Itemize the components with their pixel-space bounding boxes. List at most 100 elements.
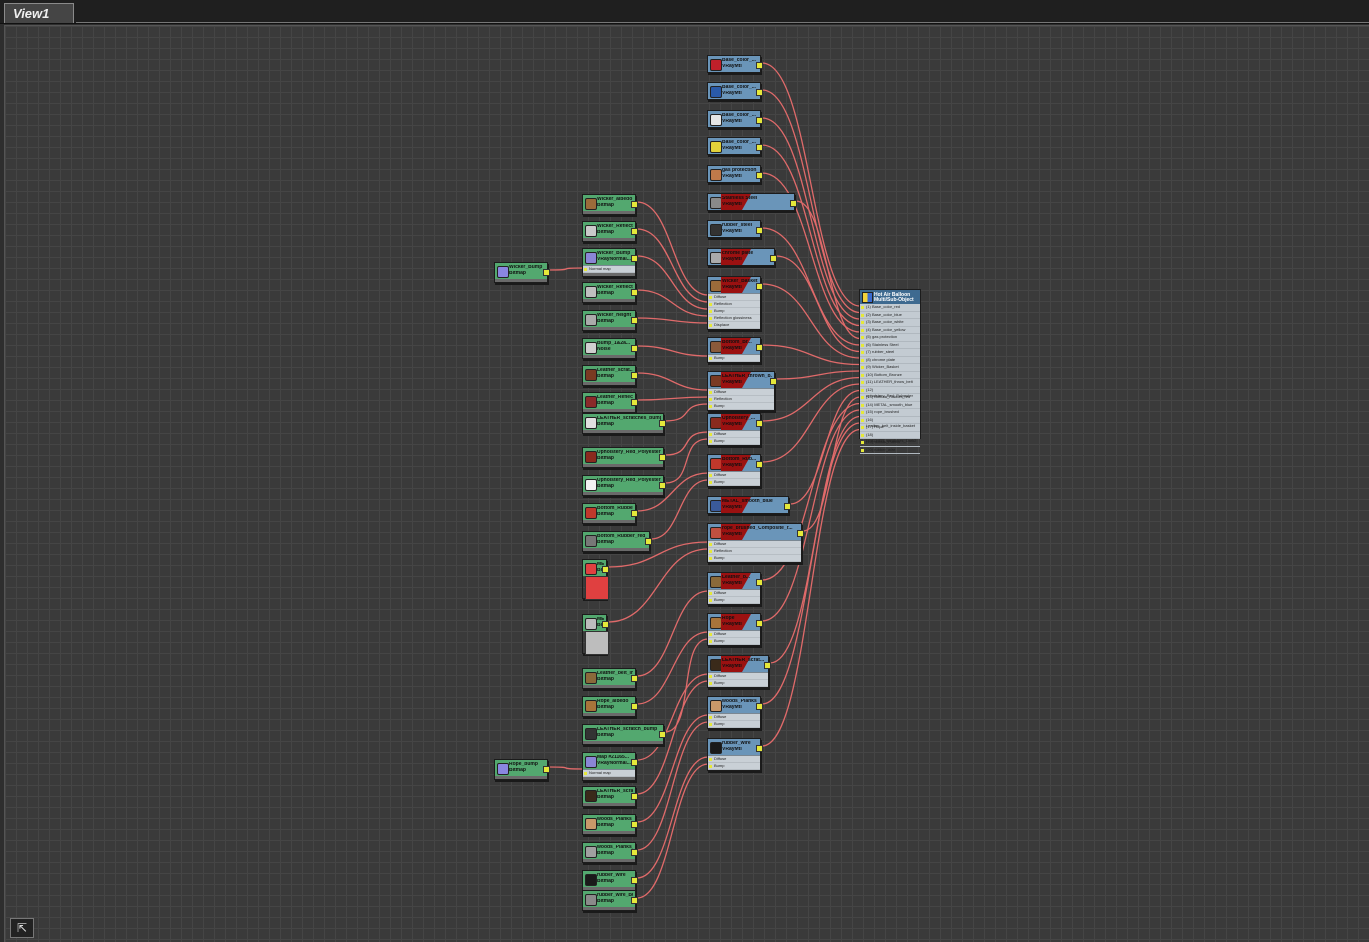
output-socket[interactable]: [631, 897, 638, 904]
output-socket[interactable]: [756, 420, 763, 427]
multi-sub-object-node[interactable]: Hot Air Balloon Multi/Sub-Object (1) Base_…: [859, 289, 921, 454]
output-socket[interactable]: [764, 662, 771, 669]
output-socket[interactable]: [631, 345, 638, 352]
output-socket[interactable]: [631, 255, 638, 262]
input-slot[interactable]: Diffuse: [708, 431, 760, 438]
input-slot[interactable]: Bump: [708, 721, 760, 728]
input-slot[interactable]: Normal map: [583, 266, 635, 273]
bitmap-node[interactable]: Wicker_ReflectionBitmap: [582, 221, 638, 242]
sub-material-slot[interactable]: (8) chrome plate: [860, 357, 920, 364]
output-socket[interactable]: [784, 503, 791, 510]
output-socket[interactable]: [631, 317, 638, 324]
input-slot[interactable]: Reflection: [708, 396, 774, 403]
sub-material-slot[interactable]: (13) Bottom_Rubber_red: [860, 394, 920, 402]
material-node[interactable]: rubber_wire VRayMtl Diffuse Bump: [707, 738, 763, 771]
output-socket[interactable]: [797, 530, 804, 537]
output-socket[interactable]: [659, 482, 666, 489]
sub-material-slot[interactable]: (10) Bottom_Bronze: [860, 372, 920, 379]
output-socket[interactable]: [756, 117, 763, 124]
bitmap-node[interactable]: Wicker_albedo Bitmap: [582, 194, 638, 215]
output-socket[interactable]: [790, 200, 797, 207]
bitmap-node[interactable]: Wicker_height Bitmap: [582, 310, 638, 331]
bitmap-node[interactable]: Wicker_Bump VRayNormal... Normal map: [582, 248, 638, 277]
material-node[interactable]: Base_color_... VRayMtl: [707, 82, 763, 100]
sub-material-slot[interactable]: (16) Leather_belt_inside_basket: [860, 417, 920, 428]
bitmap-node[interactable]: Upholstery_Red_Polyester Bitmap: [582, 447, 666, 468]
sub-material-slot[interactable]: (7) rubber_steel: [860, 349, 920, 357]
sub-material-slot[interactable]: (19) woods_Planks: [860, 439, 920, 447]
material-node[interactable]: LEATHER_scrat... VRayMtl Diffuse Bump: [707, 655, 771, 688]
bitmap-node[interactable]: METAL...Bitmap: [582, 559, 609, 600]
output-socket[interactable]: [756, 227, 763, 234]
input-slot[interactable]: Diffuse: [708, 590, 760, 597]
input-slot[interactable]: Bump: [708, 763, 760, 770]
output-socket[interactable]: [631, 759, 638, 766]
sub-material-slot[interactable]: (2) Base_color_blue: [860, 312, 920, 319]
input-slot[interactable]: Reflection glossiness: [708, 315, 760, 322]
output-socket[interactable]: [602, 566, 609, 573]
input-slot[interactable]: Diffuse: [708, 389, 774, 396]
bitmap-node[interactable]: rubber_wire_Bu...Bitmap: [582, 890, 638, 911]
material-node[interactable]: woods_Planks VRayMtl Diffuse Bump: [707, 696, 763, 729]
input-slot[interactable]: Displace: [708, 322, 760, 329]
output-socket[interactable]: [659, 420, 666, 427]
output-socket[interactable]: [756, 745, 763, 752]
output-socket[interactable]: [631, 821, 638, 828]
sub-material-slot[interactable]: (9) Wicker_Basket: [860, 364, 920, 372]
output-socket[interactable]: [756, 283, 763, 290]
bitmap-node[interactable]: Bump_1&2a... Noise: [582, 338, 638, 359]
input-slot[interactable]: Diffuse: [708, 541, 801, 548]
input-slot[interactable]: Diffuse: [708, 756, 760, 763]
output-socket[interactable]: [543, 269, 550, 276]
output-socket[interactable]: [756, 89, 763, 96]
output-socket[interactable]: [631, 877, 638, 884]
material-node[interactable]: Base_color_... VRayMtl: [707, 137, 763, 155]
output-socket[interactable]: [756, 172, 763, 179]
material-node[interactable]: rope_brushed_Composite_r... VRayMtl Diffus…: [707, 523, 804, 563]
input-slot[interactable]: Bump: [708, 555, 801, 562]
input-slot[interactable]: Diffuse: [708, 631, 760, 638]
input-slot[interactable]: Bump: [708, 403, 774, 410]
material-node[interactable]: METAL_smooth_blue VRayMtl: [707, 496, 791, 514]
output-socket[interactable]: [631, 675, 638, 682]
material-node[interactable]: Wicker_Basket VRayMtl Diffuse Reflection Bum…: [707, 276, 763, 330]
bitmap-node[interactable]: rubber_wire Bitmap: [582, 870, 638, 891]
bitmap-node[interactable]: Bottom_Rubber_redBitmap: [582, 503, 638, 524]
output-socket[interactable]: [756, 620, 763, 627]
sub-material-slot[interactable]: (6) Stainless Steel: [860, 342, 920, 349]
material-node[interactable]: Bottom_Br... VRayMtl Bump: [707, 337, 763, 363]
output-socket[interactable]: [770, 378, 777, 385]
bitmap-node[interactable]: Wicker_Reflecti...Bitmap: [582, 282, 638, 303]
output-socket[interactable]: [631, 399, 638, 406]
material-node[interactable]: Leather_b... VRayMtl Diffuse Bump: [707, 572, 763, 605]
output-socket[interactable]: [756, 144, 763, 151]
bitmap-node[interactable]: Leather_Reflect...Bitmap: [582, 392, 638, 413]
bitmap-node[interactable]: LEATHER_scratches_bump Bitmap: [582, 413, 666, 434]
input-slot[interactable]: Diffuse: [708, 472, 760, 479]
bitmap-node[interactable]: LEATHER_scrat...Bitmap: [582, 786, 638, 807]
bitmap-node[interactable]: Leather_scrat... Bitmap: [582, 365, 638, 386]
bitmap-node[interactable]: Map #21165... VRayNormal... Normal map: [582, 752, 638, 781]
sub-material-slot[interactable]: (14) METAL_smooth_blue: [860, 402, 920, 409]
sub-material-slot[interactable]: (17) Rope: [860, 424, 920, 432]
input-slot[interactable]: Bump: [708, 479, 760, 486]
bitmap-node[interactable]: Bottom_Rubber_red_b...Bitmap: [582, 531, 652, 552]
sub-material-slot[interactable]: (4) Base_color_yellow: [860, 327, 920, 334]
bitmap-node[interactable]: Rope_bump Bitmap: [494, 759, 550, 780]
bitmap-node[interactable]: woods_Planks_...Bitmap: [582, 842, 638, 863]
output-socket[interactable]: [770, 255, 777, 262]
material-node[interactable]: gas protection VRayMtl: [707, 165, 763, 183]
material-node[interactable]: Stainless Steel VRayMtl: [707, 193, 797, 211]
material-node[interactable]: Base_color_... VRayMtl: [707, 110, 763, 128]
bitmap-node[interactable]: woods_Planks Bitmap: [582, 814, 638, 835]
output-socket[interactable]: [756, 62, 763, 69]
sub-material-slot[interactable]: (15) rope_brushed: [860, 409, 920, 417]
input-slot[interactable]: Bump: [708, 438, 760, 445]
sub-material-slot[interactable]: (12) upholstery_Red_Polyester: [860, 387, 920, 398]
output-socket[interactable]: [756, 344, 763, 351]
input-slot[interactable]: Bump: [708, 638, 760, 645]
input-slot[interactable]: Diffuse: [708, 673, 768, 680]
output-socket[interactable]: [756, 461, 763, 468]
bitmap-node[interactable]: LEATHER_scratch_bump Bitmap: [582, 724, 666, 745]
bitmap-node[interactable]: Upholstery_Red_Polyester_B...Bitmap: [582, 475, 666, 496]
